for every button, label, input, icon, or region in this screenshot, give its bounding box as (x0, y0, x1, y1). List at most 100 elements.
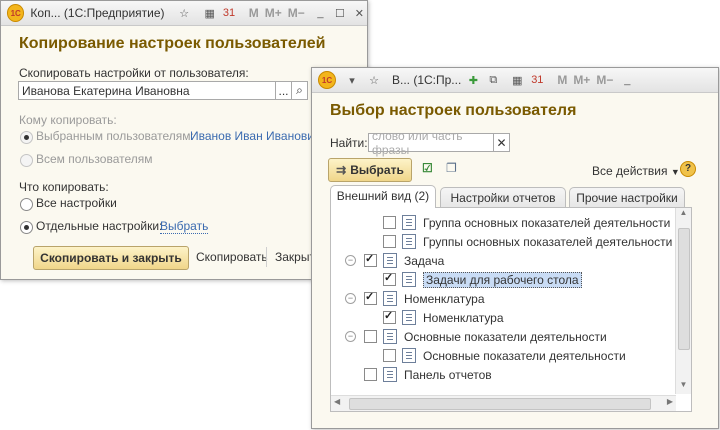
memory-button[interactable]: M (249, 6, 259, 20)
tree-row-label: Группа основных показателей деятельности (423, 215, 671, 230)
copy-from-value: Иванова Екатерина Ивановна (22, 83, 190, 98)
check-all-icon[interactable]: ☑ (422, 161, 433, 175)
copy-button[interactable]: Скопировать (196, 250, 268, 264)
row-checkbox[interactable] (383, 349, 396, 362)
memory-button[interactable]: M (557, 73, 567, 87)
tree-row-label: Основные показатели деятельности (423, 348, 626, 363)
choose-label: Выбрать (350, 163, 404, 177)
tree-row-label-selected: Задачи для рабочего стола (423, 271, 582, 288)
tree-row-label: Задача (404, 253, 445, 268)
tab-report-settings[interactable]: Настройки отчетов (440, 187, 566, 208)
tree-row-label: Номенклатура (423, 310, 504, 325)
tab-other-settings[interactable]: Прочие настройки (569, 187, 685, 208)
choose-settings-link[interactable]: Выбрать (160, 219, 209, 234)
row-checkbox[interactable] (383, 271, 396, 286)
scroll-left-icon[interactable]: ◀ (334, 397, 340, 406)
h-scroll-thumb[interactable] (349, 398, 651, 410)
window1-title: Коп... (1С:Предприятие) (30, 6, 165, 20)
document-icon (402, 272, 416, 287)
clear-search-button[interactable]: ✕ (493, 133, 510, 152)
row-checkbox[interactable] (364, 368, 377, 381)
calculator-icon[interactable]: ▦ (202, 5, 217, 21)
copy-from-field[interactable]: Иванова Екатерина Ивановна (18, 81, 276, 100)
tree-row[interactable]: Группа основных показателей деятельности (383, 213, 670, 232)
choose-button[interactable]: ⇉ Выбрать (328, 158, 412, 182)
document-icon (402, 348, 416, 363)
clear-icon: ✕ (496, 135, 507, 150)
copy-and-close-label: Скопировать и закрыть (40, 251, 182, 265)
star-icon[interactable]: ☆ (177, 5, 192, 21)
collapse-icon[interactable]: − (345, 293, 356, 304)
tree-row-label: Основные показатели деятельности (404, 329, 607, 344)
help-icon[interactable]: ? (680, 161, 696, 177)
all-settings-label: Все настройки (36, 196, 117, 210)
open-user-button[interactable]: ⌕ (291, 81, 308, 100)
button-separator (266, 247, 267, 267)
scroll-thumb[interactable] (678, 228, 690, 350)
search-label: Найти: (330, 136, 368, 150)
tree-row-label: Группы основных показателей деятельности… (423, 234, 692, 249)
dropdown-arrow-icon: ▼ (670, 167, 680, 177)
close-icon[interactable]: ✕ (352, 5, 367, 21)
all-actions-menu[interactable]: Все действия ▼ (592, 164, 680, 178)
horizontal-scrollbar[interactable]: ◀ ▶ (331, 395, 676, 411)
scroll-right-icon[interactable]: ▶ (667, 397, 673, 406)
tree-row[interactable]: Задачи для рабочего стола (383, 270, 582, 289)
tree-row[interactable]: Основные показатели деятельности (383, 346, 626, 365)
uncheck-all-icon[interactable]: ❐ (446, 161, 457, 175)
tree-row[interactable]: Номенклатура (383, 308, 504, 327)
ellipsis-text: ... (278, 83, 289, 98)
vertical-scrollbar[interactable]: ▲ ▼ (675, 208, 691, 394)
memory-add-button[interactable]: M+ (265, 6, 282, 20)
select-user-button[interactable]: ... (275, 81, 292, 100)
scroll-up-icon[interactable]: ▲ (676, 208, 691, 222)
window2-titlebar: 1С ▾ ☆ В... (1С:Пр... ✚ ⧉ ▦ 31 M M+ M− _ (312, 68, 718, 93)
star-icon[interactable]: ☆ (366, 72, 382, 88)
menu-dropdown-icon[interactable]: ▾ (344, 72, 360, 88)
maximize-icon[interactable]: ☐ (332, 5, 347, 21)
tree-row[interactable]: Группы основных показателей деятельности… (383, 232, 692, 251)
search-placeholder: слово или часть фразы (372, 128, 463, 157)
collapse-icon[interactable]: − (345, 255, 356, 266)
row-checkbox[interactable] (383, 309, 396, 324)
add-favorite-icon[interactable]: ✚ (465, 72, 481, 88)
tree-row[interactable]: Панель отчетов (364, 365, 492, 384)
select-settings-window: 1С ▾ ☆ В... (1С:Пр... ✚ ⧉ ▦ 31 M M+ M− _… (311, 67, 719, 429)
scroll-down-icon[interactable]: ▼ (676, 380, 691, 394)
row-checkbox[interactable] (364, 330, 377, 343)
separate-settings-label: Отдельные настройки: (36, 219, 163, 233)
row-checkbox[interactable] (383, 216, 396, 229)
row-checkbox[interactable] (383, 235, 396, 248)
selected-users-link[interactable]: Иванов Иван Иванович (190, 129, 320, 143)
row-checkbox[interactable] (364, 252, 377, 267)
document-icon (402, 215, 416, 230)
tree-row-label: Номенклатура (404, 291, 485, 306)
calculator-icon[interactable]: ▦ (509, 72, 525, 88)
all-users-radio[interactable] (20, 154, 33, 167)
calendar-icon[interactable]: 31 (529, 72, 545, 88)
tree-row[interactable]: Номенклатура (364, 289, 485, 308)
memory-add-button[interactable]: M+ (573, 73, 590, 87)
separate-settings-radio[interactable] (20, 221, 33, 234)
copy-and-close-button[interactable]: Скопировать и закрыть (33, 246, 189, 270)
tree-row[interactable]: Основные показатели деятельности (364, 327, 607, 346)
memory-subtract-button[interactable]: M− (596, 73, 613, 87)
selected-users-label: Выбранным пользователям: (36, 129, 194, 143)
tab-appearance[interactable]: Внешний вид (2) (330, 185, 436, 208)
all-actions-label: Все действия (592, 164, 668, 178)
calendar-icon[interactable]: 31 (221, 5, 236, 21)
all-settings-radio[interactable] (20, 198, 33, 211)
row-checkbox[interactable] (364, 290, 377, 305)
window2-title: В... (1С:Пр... (392, 73, 462, 87)
copy-icon[interactable]: ⧉ (485, 72, 501, 88)
minimize-icon[interactable]: _ (313, 5, 328, 21)
indicators-icon (383, 329, 397, 344)
magnifier-icon: ⌕ (296, 83, 303, 97)
tree-row[interactable]: Задача (364, 251, 444, 270)
document-icon (402, 234, 416, 249)
collapse-icon[interactable]: − (345, 331, 356, 342)
search-input[interactable]: слово или часть фразы (368, 129, 494, 157)
memory-subtract-button[interactable]: M− (288, 6, 305, 20)
minimize-icon[interactable]: _ (619, 72, 635, 88)
selected-users-radio[interactable] (20, 131, 33, 144)
